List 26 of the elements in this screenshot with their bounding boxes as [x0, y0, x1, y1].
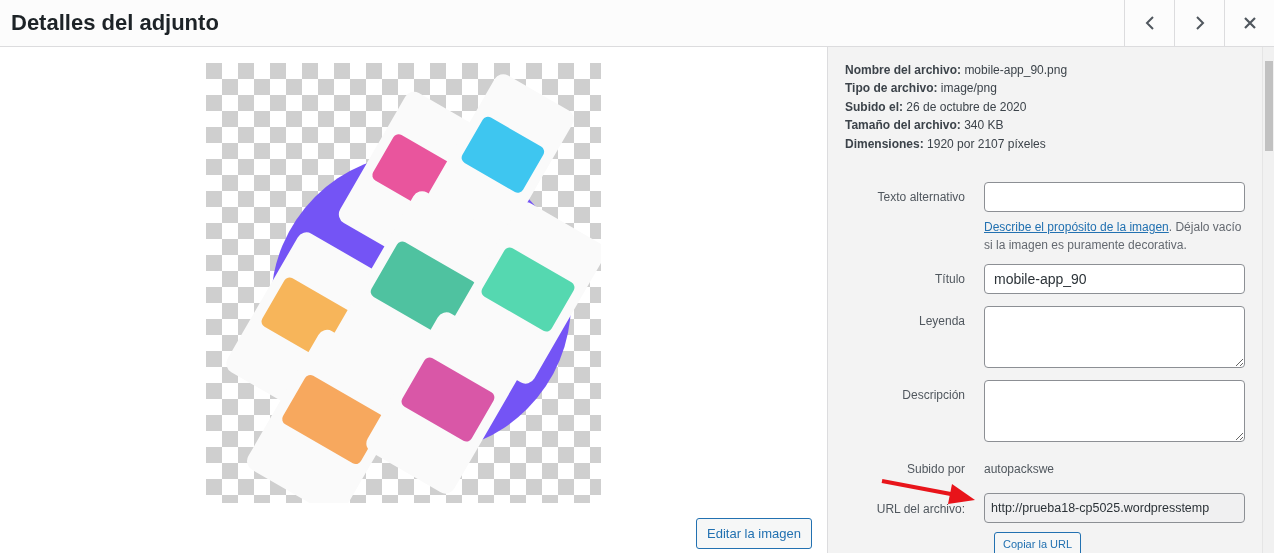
field-label: URL del archivo: [875, 501, 965, 519]
text-field[interactable] [984, 182, 1245, 213]
field-label: Título [934, 271, 965, 289]
file-info-line: Tipo de archivo: image/png [845, 80, 998, 98]
help-text: Describe el propósito de la imagen. Déjalo vacío si la imagen es puramente decorativa. [984, 219, 1243, 255]
file-info-line: Tamaño del archivo: 340 KB [845, 117, 1005, 135]
text-area[interactable] [984, 306, 1245, 369]
field-label: Subido por [905, 462, 965, 477]
file-info-line: Subido el: 26 de octubre de 2020 [845, 98, 1028, 116]
file-info-line: Dimensiones: 1920 por 2107 píxeles [845, 135, 1047, 153]
dialog-title: Detalles del adjunto [11, 10, 220, 36]
chevron-left-icon [1144, 16, 1155, 30]
help-link[interactable]: Describe el propósito de la imagen [984, 220, 1169, 235]
edit-image-button[interactable]: Editar la imagen [696, 518, 812, 549]
url-field[interactable]: http://prueba18-cp5025.wordpresstemp [984, 493, 1245, 524]
copy-url-button[interactable]: Copiar la URL [994, 532, 1082, 553]
uploader-name: autopackswe [984, 462, 1055, 477]
scrollbar[interactable] [1262, 47, 1274, 553]
field-label: Leyenda [917, 313, 965, 331]
text-area[interactable] [984, 380, 1245, 443]
text-field[interactable]: mobile-app_90 [984, 264, 1245, 295]
close-icon [1243, 17, 1256, 29]
file-info-line: Nombre del archivo: mobile-app_90.png [845, 62, 1069, 79]
field-label: Descripción [901, 387, 965, 405]
field-label: Texto alternativo [876, 189, 965, 207]
chevron-right-icon [1194, 16, 1205, 30]
